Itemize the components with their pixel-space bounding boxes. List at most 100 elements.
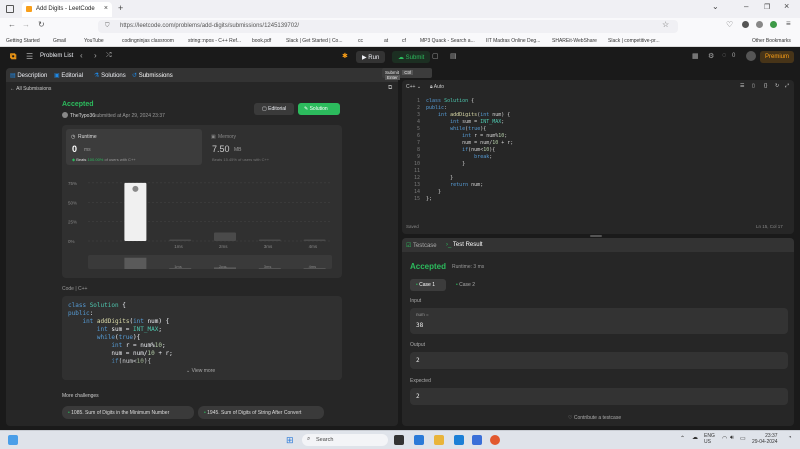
- widgets-icon[interactable]: [8, 435, 18, 445]
- bookmark-item[interactable]: MP3 Quack - Search a...: [420, 38, 475, 44]
- notification-icon[interactable]: ◔: [788, 435, 792, 441]
- tab-test-result[interactable]: ›_ Test Result: [446, 242, 483, 248]
- task-view-icon[interactable]: [394, 435, 404, 445]
- shuffle-icon[interactable]: ⤮: [106, 52, 112, 60]
- run-button[interactable]: ▶ Run: [356, 51, 386, 63]
- tab-editorial[interactable]: ▣ Editorial: [54, 72, 83, 79]
- reset-icon[interactable]: ↻: [775, 83, 779, 89]
- submit-button[interactable]: ☁ Submit: [392, 51, 431, 63]
- tab-description[interactable]: ▤ Description: [10, 72, 47, 79]
- copy-link-icon[interactable]: ⧉: [388, 85, 392, 92]
- forward-icon[interactable]: →: [22, 20, 30, 29]
- solution-button[interactable]: ✎ Solution: [298, 103, 340, 115]
- other-bookmarks[interactable]: Other Bookmarks: [752, 38, 791, 44]
- bookmark-icon[interactable]: ▯: [752, 83, 755, 89]
- chart-bar[interactable]: [303, 239, 326, 242]
- pocket-icon[interactable]: ♡: [726, 20, 733, 29]
- minimize-icon[interactable]: –: [744, 2, 748, 11]
- leetcode-logo-icon[interactable]: ⧉: [10, 51, 16, 62]
- case-2-tab[interactable]: • Case 2: [450, 279, 486, 291]
- contribute-testcase-link[interactable]: ♡ Contribute a testcase: [568, 415, 621, 421]
- volume-icon[interactable]: 🔊︎: [730, 435, 734, 442]
- bookmark-item[interactable]: YouTube: [84, 38, 104, 44]
- braces-icon[interactable]: {}: [764, 83, 767, 89]
- clock[interactable]: 23:37 29-04-2024: [752, 433, 778, 445]
- next-problem-icon[interactable]: ›: [94, 51, 97, 60]
- bookmark-item[interactable]: codingninjas classroom: [122, 38, 174, 44]
- close-window-icon[interactable]: ×: [784, 1, 789, 11]
- bookmark-item[interactable]: string::npos - C++ Ref...: [188, 38, 241, 44]
- chart-bar[interactable]: [214, 232, 236, 241]
- chevron-down-icon[interactable]: ⌄: [712, 2, 719, 11]
- runtime-tab[interactable]: ◷ Runtime 0 ms ◆ Beats 100.00% of users …: [66, 129, 202, 165]
- url-input[interactable]: ⛉ https://leetcode.com/problems/add-digi…: [98, 20, 678, 33]
- problem-list-link[interactable]: Problem List: [40, 53, 73, 59]
- chart-y-tick: 50%: [68, 200, 77, 205]
- resize-handle[interactable]: [590, 235, 602, 237]
- cloud-icon[interactable]: ☁: [692, 434, 698, 441]
- tab-testcase[interactable]: ☑ Testcase: [406, 242, 437, 249]
- bookmark-item[interactable]: book.pdf: [252, 38, 271, 44]
- challenge-chip[interactable]: • 1945. Sum of Digits of String After Co…: [198, 406, 324, 419]
- code-input[interactable]: class Solution {public: int addDigits(in…: [426, 98, 513, 203]
- menu-icon[interactable]: ≡: [786, 19, 791, 28]
- language-select[interactable]: C++ ⌄: [406, 84, 421, 90]
- username[interactable]: TheTypo36: [70, 113, 95, 119]
- bookmark-item[interactable]: Getting Started: [6, 38, 40, 44]
- maximize-icon[interactable]: ❐: [764, 3, 770, 11]
- bookmark-item[interactable]: cf: [402, 38, 406, 44]
- file-explorer-icon[interactable]: [434, 435, 444, 445]
- bookmark-item[interactable]: at: [384, 38, 388, 44]
- bookmark-item[interactable]: Slack | Get Started | Co...: [286, 38, 343, 44]
- chart-bar[interactable]: [258, 239, 281, 242]
- settings-gear-icon[interactable]: ⚙: [708, 52, 714, 60]
- fullscreen-icon[interactable]: ⤢: [785, 83, 789, 89]
- view-more-link[interactable]: ⌄ View more: [186, 368, 215, 374]
- reload-icon[interactable]: ↻: [38, 20, 45, 29]
- bookmark-item[interactable]: SHAREit-WebShare: [552, 38, 597, 44]
- store-icon[interactable]: [472, 435, 482, 445]
- extension-icon[interactable]: [756, 21, 763, 28]
- avatar[interactable]: [746, 51, 756, 61]
- all-submissions-link[interactable]: ← All Submissions: [10, 86, 51, 92]
- memory-tab[interactable]: ▣ Memory 7.50 MB Beats 15.45% of users w…: [206, 129, 338, 165]
- fire-streak-icon: ◌: [722, 52, 727, 59]
- test-accepted-status: Accepted: [410, 262, 447, 271]
- bookmark-item[interactable]: cc: [358, 38, 363, 44]
- auto-mode[interactable]: 🔒︎ Auto: [430, 84, 444, 90]
- chevron-up-icon[interactable]: ⌃: [680, 435, 685, 442]
- browser-tab[interactable]: Add Digits - LeetCode ×: [22, 2, 112, 17]
- battery-icon[interactable]: ▭: [740, 435, 746, 442]
- account-icon[interactable]: [742, 21, 749, 28]
- tab-solutions[interactable]: ⚗ Solutions: [94, 72, 126, 79]
- language-indicator[interactable]: ENG US: [704, 433, 715, 445]
- wifi-icon[interactable]: ◠: [722, 435, 727, 442]
- chart-bar[interactable]: [169, 239, 192, 242]
- prev-problem-icon[interactable]: ‹: [80, 51, 83, 60]
- new-tab-icon[interactable]: +: [118, 3, 123, 13]
- format-icon[interactable]: ☰: [740, 83, 744, 89]
- case-1-tab[interactable]: • Case 1: [410, 279, 446, 291]
- editorial-button[interactable]: ▢ Editorial: [254, 103, 294, 115]
- code-line: break;: [474, 154, 493, 160]
- edge-icon[interactable]: [454, 435, 464, 445]
- bookmark-item[interactable]: Gmail: [53, 38, 66, 44]
- debug-icon[interactable]: ✱: [342, 52, 348, 60]
- teams-icon[interactable]: [414, 435, 424, 445]
- premium-button[interactable]: Premium: [760, 51, 795, 63]
- extension-green-icon[interactable]: [770, 21, 777, 28]
- terminal-icon[interactable]: ▤: [450, 52, 457, 60]
- challenge-chip[interactable]: • 1085. Sum of Digits in the Minimum Num…: [62, 406, 194, 419]
- notes-icon[interactable]: ▢: [432, 52, 439, 60]
- taskbar-search-input[interactable]: ⌕ Search: [302, 434, 388, 446]
- layout-icon[interactable]: ▦: [692, 52, 699, 60]
- back-icon[interactable]: ←: [8, 20, 16, 29]
- tab-overview-icon[interactable]: [6, 5, 14, 13]
- close-tab-icon[interactable]: ×: [104, 5, 108, 12]
- bookmark-item[interactable]: IIT Madras Online Deg...: [486, 38, 540, 44]
- firefox-icon[interactable]: [490, 435, 500, 445]
- windows-start-icon[interactable]: ⊞: [286, 435, 294, 446]
- bookmark-star-icon[interactable]: ☆: [662, 20, 669, 29]
- tab-submissions[interactable]: ↺ Submissions: [132, 72, 173, 79]
- bookmark-item[interactable]: Slack | competitive-pr...: [608, 38, 660, 44]
